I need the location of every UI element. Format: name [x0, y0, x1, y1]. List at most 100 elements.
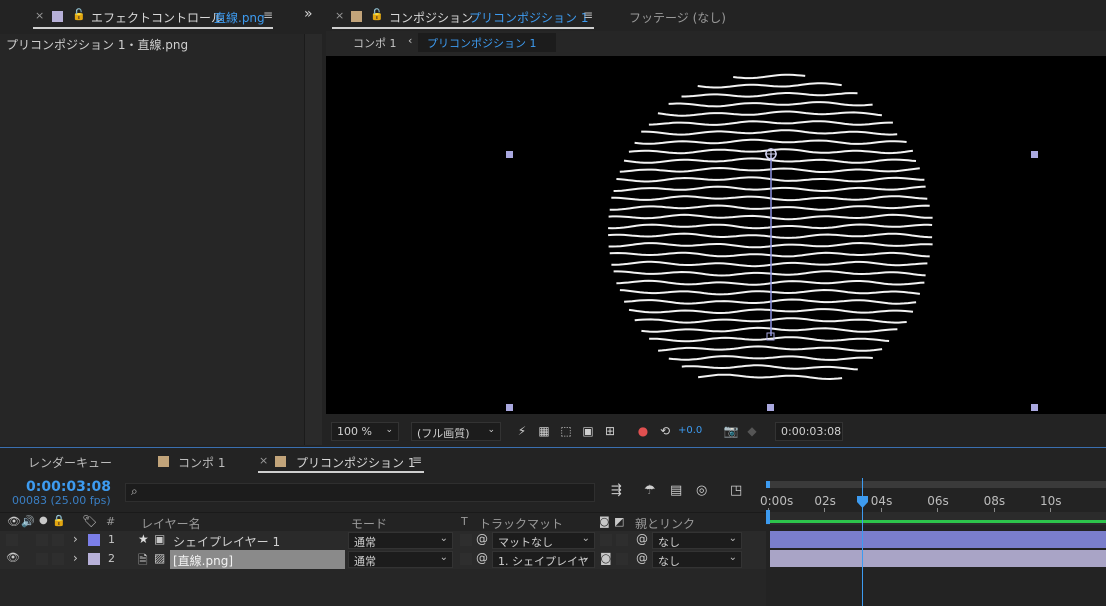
comp-flowchart-icon[interactable]: ⇶: [611, 483, 622, 498]
motion-blur-icon[interactable]: ◎: [696, 483, 707, 498]
zoom-value: 100 %: [337, 425, 372, 438]
flow-item-comp1[interactable]: コンポ 1: [353, 35, 397, 51]
playhead-indicator[interactable]: [856, 496, 868, 508]
visibility-eye-icon[interactable]: 👁: [7, 515, 21, 528]
layer-label-color[interactable]: [88, 553, 100, 565]
matte-alpha-toggle[interactable]: [600, 534, 612, 546]
preserve-transparency-toggle[interactable]: [460, 534, 472, 546]
solo-icon[interactable]: ●: [39, 515, 48, 526]
show-snapshot-icon[interactable]: ◆: [744, 423, 760, 439]
column-layer-name[interactable]: レイヤー名: [141, 515, 201, 532]
resolution-select[interactable]: (フル画質) ⌄: [411, 422, 501, 441]
tab-render-queue[interactable]: レンダーキュー: [28, 454, 112, 471]
frame-blending-icon[interactable]: ▤: [670, 483, 682, 498]
time-ruler[interactable]: 0:00s 02s 04s 06s 08s 10s: [760, 490, 1106, 512]
column-mode[interactable]: モード: [351, 515, 387, 532]
visibility-toggle[interactable]: [6, 534, 18, 546]
expand-chevron-icon[interactable]: ›: [73, 551, 78, 565]
panel-menu-icon[interactable]: ≡: [412, 453, 422, 467]
time-graph-area[interactable]: 0:00s 02s 04s 06s 08s 10s: [760, 478, 1106, 606]
work-area-range[interactable]: [766, 520, 1106, 523]
lock-icon[interactable]: 🔓: [370, 8, 384, 21]
chevron-left-icon[interactable]: ‹: [408, 34, 412, 47]
solo-toggle[interactable]: [36, 534, 48, 546]
channel-rgb-icon[interactable]: ●: [635, 423, 651, 439]
parent-pickwhip-icon[interactable]: @: [636, 551, 648, 565]
work-area-start-handle[interactable]: [766, 510, 770, 524]
column-parent[interactable]: 親とリンク: [635, 515, 695, 532]
matte-invert-toggle[interactable]: [616, 553, 628, 565]
footage-tab[interactable]: フッテージ (なし): [629, 9, 726, 26]
lock-icon[interactable]: 🔓: [72, 8, 86, 21]
lock-icon[interactable]: 🔒: [52, 514, 66, 527]
column-track-matte[interactable]: トラックマット: [479, 515, 563, 532]
work-area-bar[interactable]: [766, 510, 1106, 525]
effect-controls-tab-title[interactable]: エフェクトコントロール: [91, 9, 223, 26]
flow-item-precomp[interactable]: プリコンポジション 1: [427, 35, 537, 51]
layer-name[interactable]: シェイプレイヤー 1: [173, 533, 280, 550]
composition-viewer[interactable]: [326, 56, 1106, 414]
parent-pickwhip-icon[interactable]: @: [636, 532, 648, 546]
mode-select[interactable]: 通常 ⌄: [348, 532, 453, 549]
pickwhip-icon[interactable]: @: [476, 532, 488, 546]
label-tag-icon[interactable]: 🏷: [82, 514, 97, 528]
wavy-line: [613, 185, 926, 192]
wavy-line: [613, 270, 926, 277]
grid-guides-icon[interactable]: ⊞: [602, 423, 618, 439]
ruler-label: 02s: [814, 494, 836, 508]
composition-tab-name[interactable]: プリコンポジション 1: [469, 9, 588, 26]
wavy-line: [648, 120, 893, 126]
expand-chevron-icon[interactable]: ›: [73, 532, 78, 546]
lock-toggle[interactable]: [52, 553, 64, 565]
panel-menu-icon[interactable]: ≡: [583, 8, 593, 22]
effect-controls-scrollbar[interactable]: [304, 34, 322, 445]
expand-panels-icon[interactable]: »: [304, 6, 313, 22]
exposure-value[interactable]: +0.0: [678, 425, 702, 436]
bounding-handle-bottom-right: [1031, 404, 1038, 411]
mode-select[interactable]: 通常 ⌄: [348, 551, 453, 568]
layer-row-2[interactable]: 👁 › 2 🗎 ▨ [直線.png] 通常 ⌄ @ 1. シェイプレイヤ ⌄ ◙…: [0, 550, 766, 569]
panel-menu-icon[interactable]: ≡: [263, 8, 273, 22]
current-time-display[interactable]: 0:00:03:08: [26, 479, 111, 495]
layer-label-color[interactable]: [88, 534, 100, 546]
parent-select[interactable]: なし ⌄: [652, 532, 742, 549]
transparency-grid-icon[interactable]: ▦: [536, 423, 552, 439]
effect-controls-tab-target[interactable]: 直線.png: [214, 9, 265, 26]
viewer-toolbar: 100 % ⌄ (フル画質) ⌄ ⚡ ▦ ⬚ ▣ ⊞ ● ⟲ +0.0 📷 ◆ …: [326, 418, 1106, 445]
column-t[interactable]: T: [461, 515, 468, 528]
mask-path-visibility-icon[interactable]: ⬚: [558, 423, 574, 439]
close-icon[interactable]: ×: [35, 9, 44, 22]
layer-bar-1[interactable]: [770, 531, 1106, 548]
zoom-select[interactable]: 100 % ⌄: [331, 422, 399, 441]
lock-toggle[interactable]: [52, 534, 64, 546]
viewer-timecode[interactable]: 0:00:03:08: [775, 422, 843, 441]
effect-controls-body: プリコンポジション 1・直線.png: [0, 34, 304, 445]
layer-search-input[interactable]: ⌕: [125, 483, 595, 502]
fast-previews-icon[interactable]: ⚡: [514, 423, 530, 439]
matte-invert-toggle[interactable]: [616, 534, 628, 546]
parent-select[interactable]: なし ⌄: [652, 551, 742, 568]
snapshot-camera-icon[interactable]: 📷: [723, 423, 739, 439]
solo-toggle[interactable]: [36, 553, 48, 565]
layer-name[interactable]: [直線.png]: [173, 552, 233, 569]
region-of-interest-icon[interactable]: ▣: [580, 423, 596, 439]
visibility-eye-icon[interactable]: 👁: [6, 551, 20, 564]
layer-row-1[interactable]: › 1 ★ ▣ シェイプレイヤー 1 通常 ⌄ @ マットなし ⌄ @ なし ⌄: [0, 531, 766, 550]
time-navigator[interactable]: [766, 481, 1106, 488]
close-icon[interactable]: ×: [335, 9, 344, 22]
graph-editor-icon[interactable]: ◳: [730, 483, 742, 498]
shy-layers-icon[interactable]: ☂: [644, 483, 656, 498]
close-icon[interactable]: ×: [259, 454, 268, 467]
matte-alpha-icon[interactable]: ◙: [600, 551, 612, 565]
tab-comp1[interactable]: コンポ 1: [178, 454, 225, 471]
composition-tab-prefix[interactable]: コンポジション: [389, 9, 473, 26]
tab-precomp1[interactable]: プリコンポジション 1: [296, 454, 415, 471]
exposure-reset-icon[interactable]: ⟲: [657, 423, 673, 439]
layer-bar-2[interactable]: [770, 550, 1106, 567]
track-matte-select[interactable]: マットなし ⌄: [492, 532, 595, 549]
preserve-transparency-toggle[interactable]: [460, 553, 472, 565]
pickwhip-icon[interactable]: @: [476, 551, 488, 565]
track-matte-select[interactable]: 1. シェイプレイヤ ⌄: [492, 551, 595, 568]
navigator-start-handle[interactable]: [766, 481, 770, 488]
audio-icon[interactable]: 🔊: [21, 515, 35, 528]
